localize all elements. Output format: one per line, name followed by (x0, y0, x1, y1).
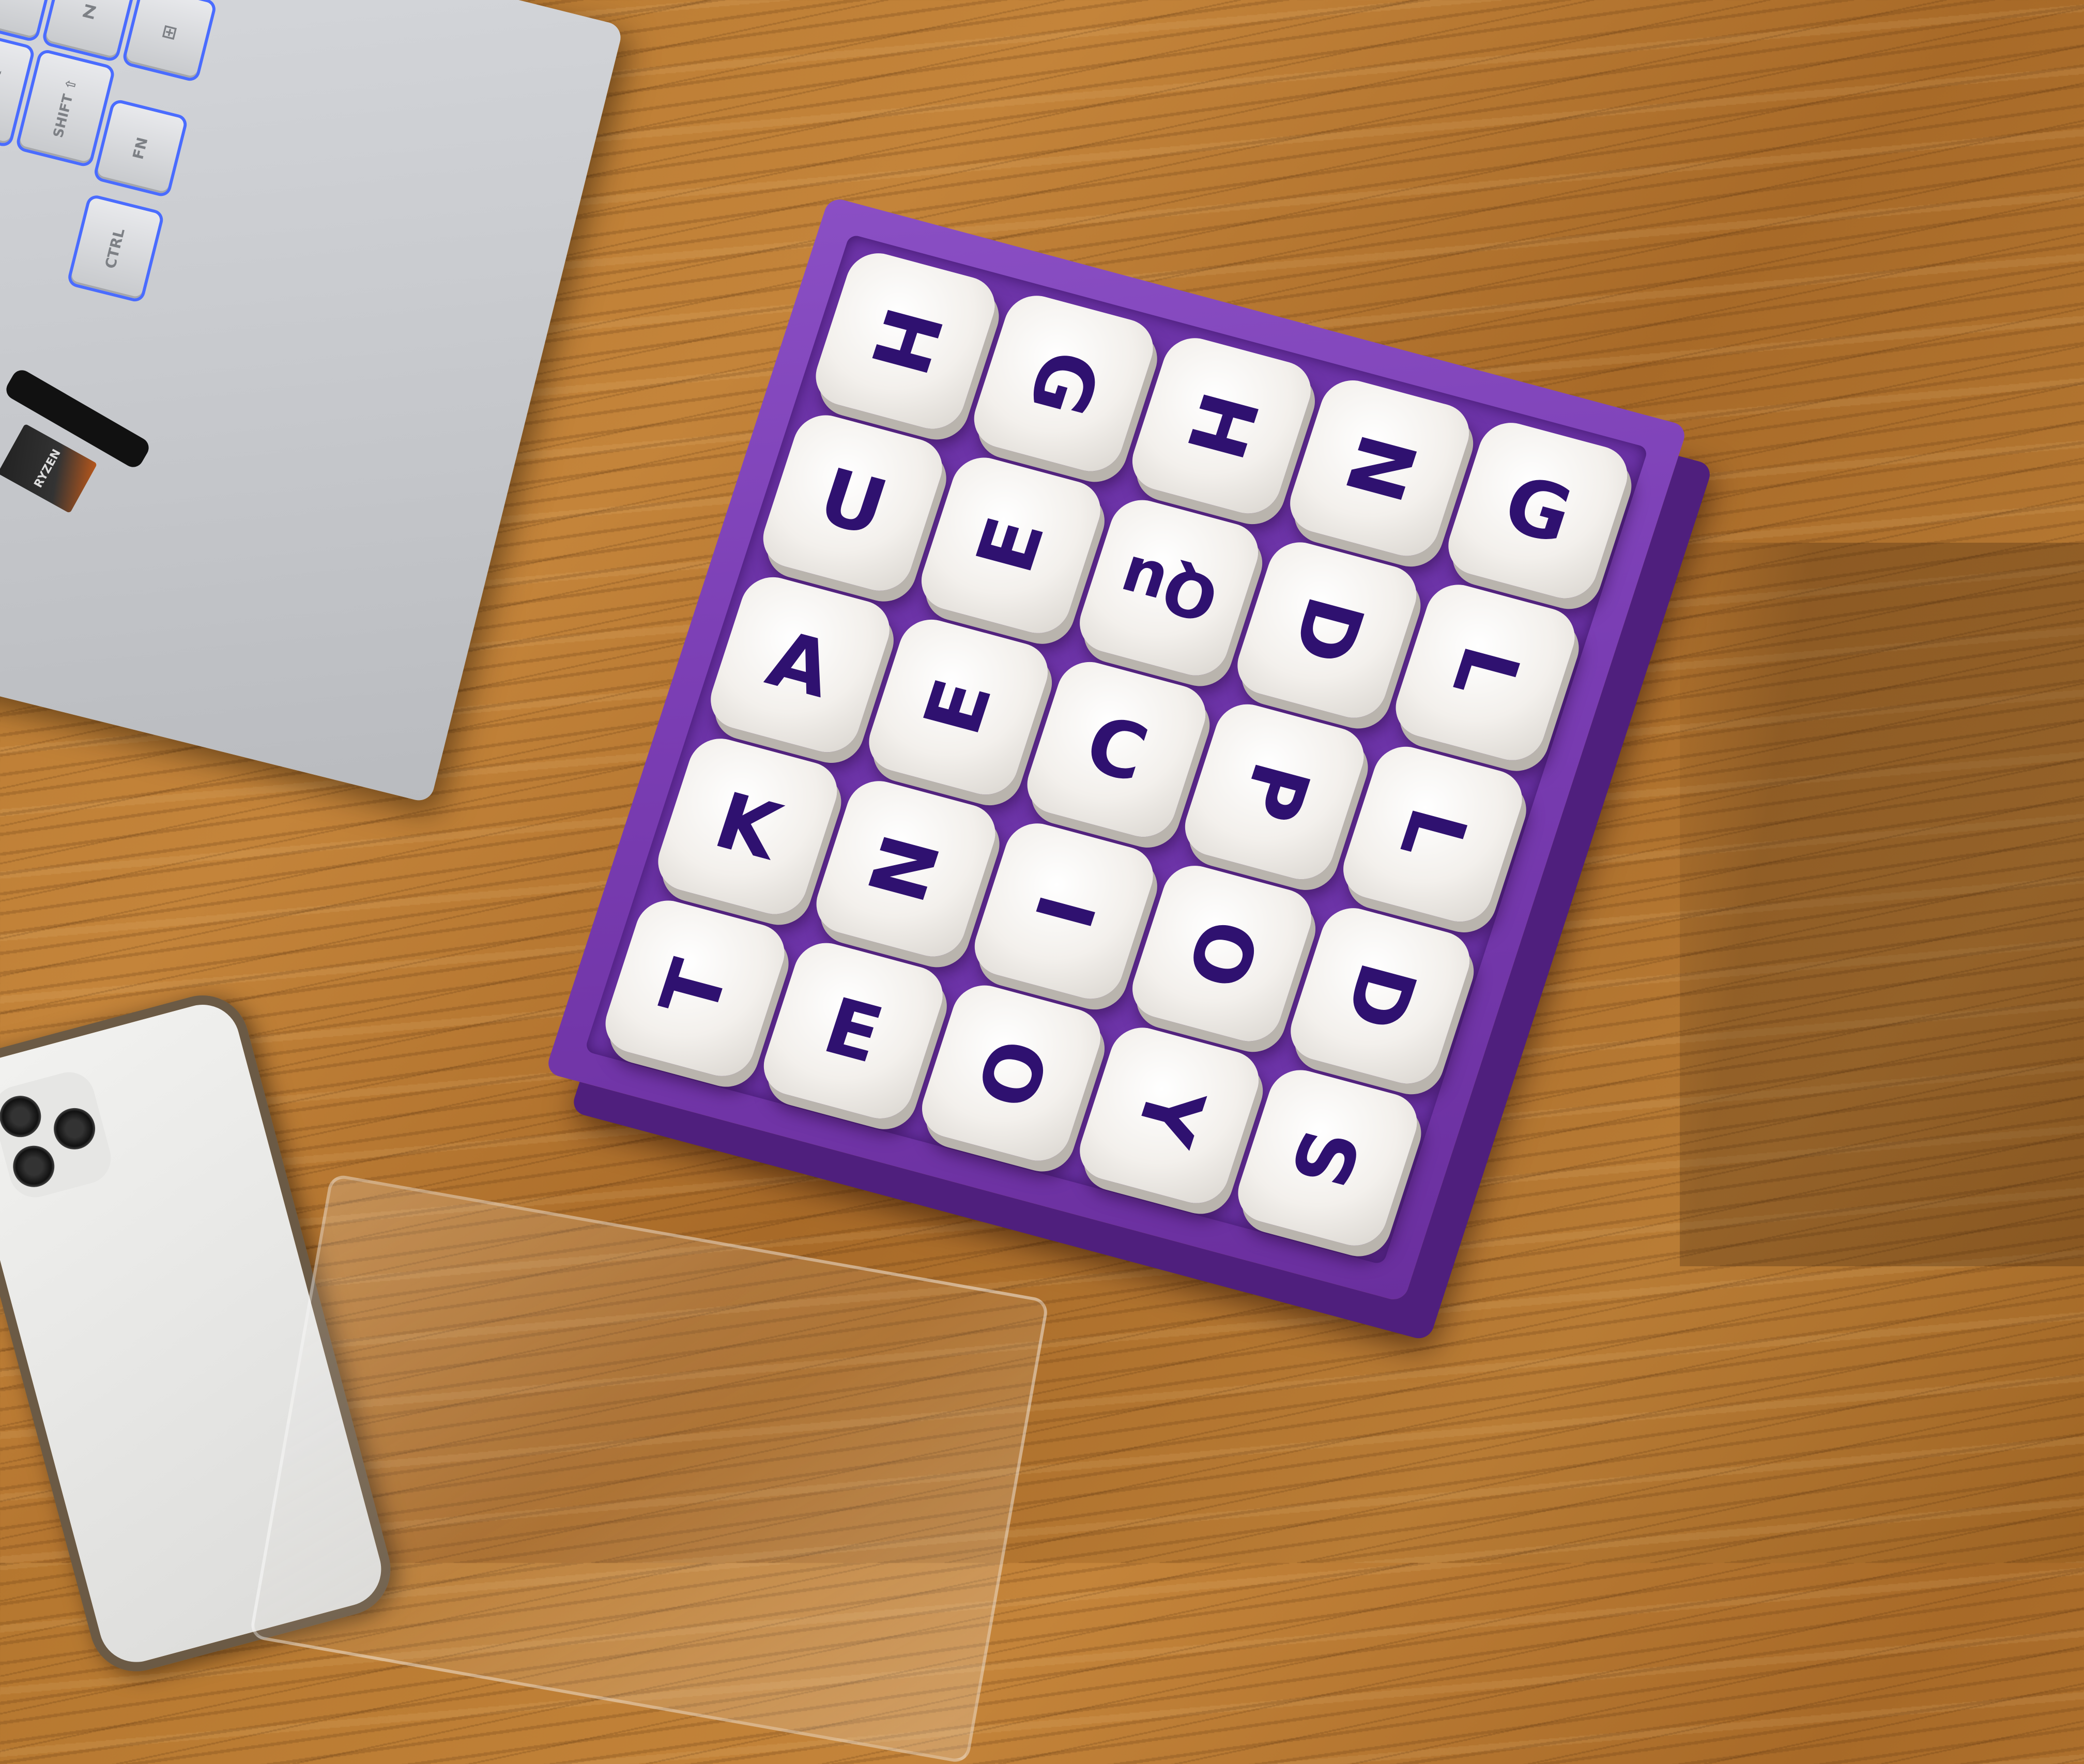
die-letter: A (757, 614, 843, 715)
die-letter: D (1274, 588, 1381, 672)
die-letter: T (643, 952, 747, 1025)
die-letter: H (1168, 383, 1275, 469)
camera-module (0, 1066, 117, 1203)
sticker-label: RYZEN (32, 447, 64, 490)
die-letter: L (1382, 799, 1484, 870)
windows-icon: ⊞ (160, 20, 179, 44)
die-letter: N (1326, 425, 1433, 511)
key-ctrl[interactable]: CTRL (70, 197, 162, 300)
die-letter: G (1010, 341, 1117, 425)
die-letter: P (1222, 753, 1327, 831)
die-letter: Y (1117, 1077, 1222, 1154)
letter-die[interactable]: O (1124, 859, 1320, 1049)
die-letter: H (852, 298, 959, 384)
key-label: Z (80, 1, 98, 24)
key-label: SHIFT ⇧ (50, 76, 80, 140)
key-label: CAPS LOCK (0, 68, 5, 111)
key-a[interactable]: A (0, 0, 54, 39)
key-shift[interactable]: SHIFT ⇧ (18, 52, 113, 165)
boggle-tray: H G H N G U E Qu D L A E C P L K N I O D T E O Y S (544, 196, 1689, 1303)
camera-lens-icon (0, 1091, 46, 1142)
letter-die[interactable]: D (1230, 535, 1425, 725)
letter-die[interactable]: P (1177, 697, 1372, 887)
die-letter: G (1493, 459, 1583, 562)
camera-lens-icon (49, 1103, 100, 1154)
letter-die[interactable]: E (913, 450, 1109, 640)
die-letter: K (704, 776, 791, 878)
die-letter: D (1326, 954, 1434, 1038)
laptop: A Z ⊞ CAPS LOCK SHIFT ⇧ FN CTRL RYZEN (0, 0, 624, 804)
die-letter: I (1016, 886, 1112, 937)
die-letter: C (1075, 699, 1158, 800)
letter-die[interactable]: N (808, 774, 1003, 964)
letter-die[interactable]: E (861, 612, 1056, 802)
die-letter: E (814, 981, 893, 1081)
key-label: FN (129, 135, 151, 161)
die-letter: L (1434, 637, 1537, 708)
die-letter: E (959, 508, 1063, 582)
letter-die[interactable]: Qu (1071, 493, 1267, 682)
key-label: CTRL (102, 226, 129, 270)
letter-die[interactable]: C (1019, 654, 1214, 845)
die-letter: S (1275, 1119, 1380, 1197)
key-z[interactable]: Z (44, 0, 134, 59)
die-letter: O (957, 1030, 1065, 1116)
die-letter: O (1168, 910, 1276, 997)
windows-key[interactable]: ⊞ (125, 0, 214, 80)
die-letter: U (808, 452, 897, 554)
plastic-dome-lid[interactable] (249, 1173, 1050, 1764)
letter-die[interactable]: I (966, 817, 1161, 1006)
die-letter: Qu (1111, 541, 1227, 635)
die-letter: N (852, 826, 959, 912)
keyboard: A Z ⊞ CAPS LOCK SHIFT ⇧ FN CTRL (0, 0, 214, 415)
key-label: A (0, 0, 18, 4)
camera-lens-icon (8, 1141, 59, 1192)
laptop-vent (0, 498, 3, 566)
die-letter: E (907, 670, 1010, 744)
key-fn[interactable]: FN (96, 101, 186, 195)
table-shadow (1680, 543, 2084, 1266)
